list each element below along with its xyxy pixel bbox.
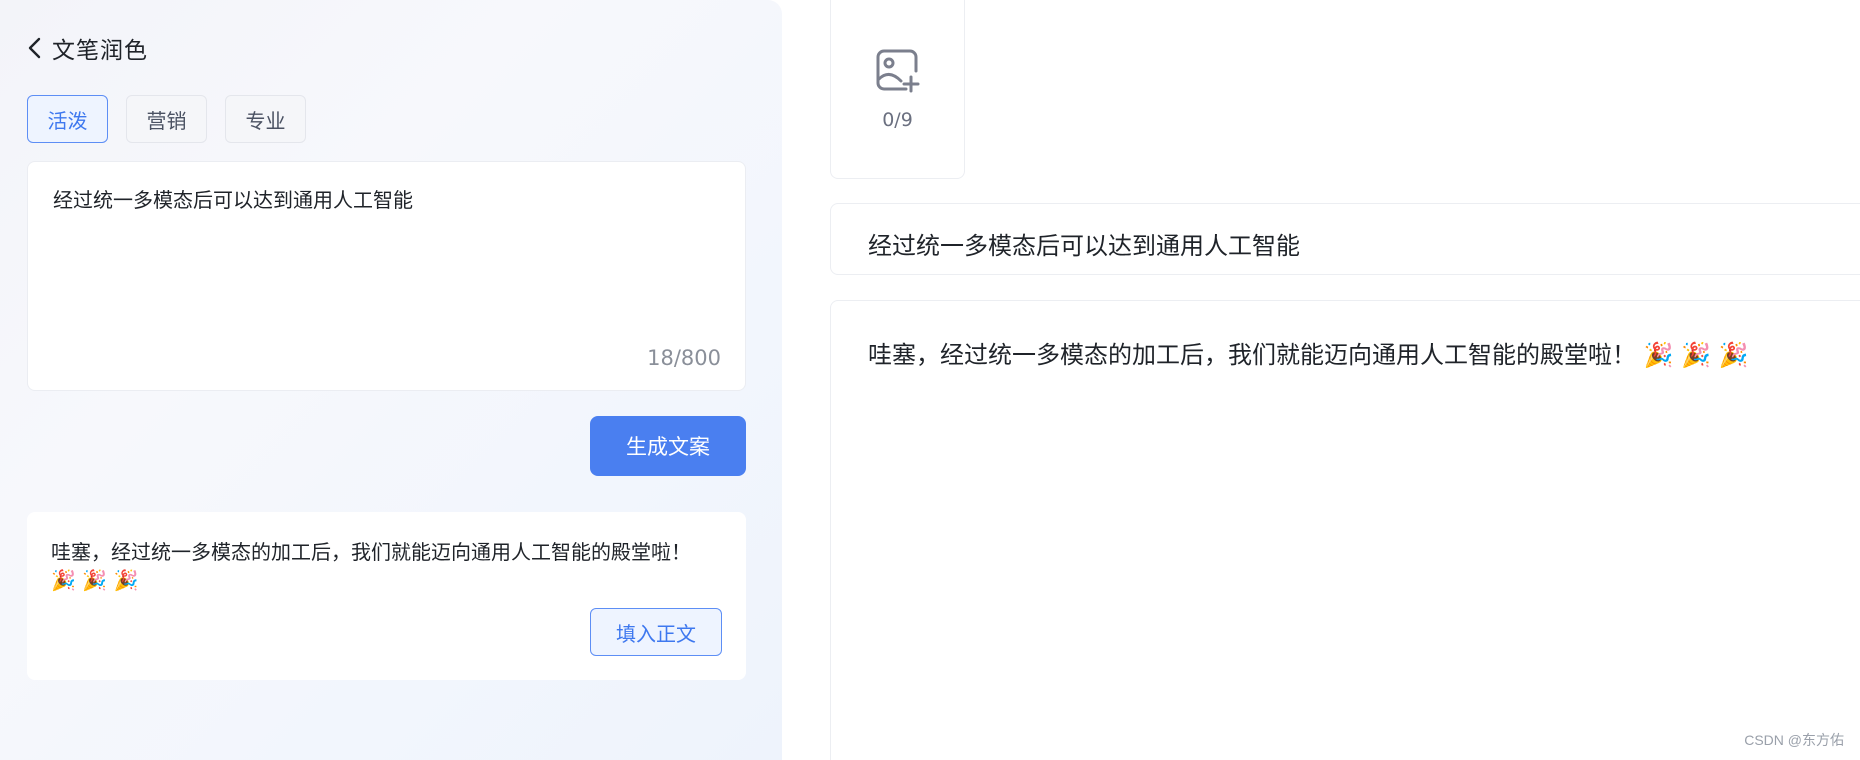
upload-count: 0/9 (882, 109, 913, 131)
app-root: 文笔润色 活泼 营销 专业 经过统一多模态后可以达到通用人工智能 18/800 … (0, 0, 1860, 760)
article-title-input[interactable]: 经过统一多模态后可以达到通用人工智能 (830, 203, 1860, 275)
source-text-input[interactable]: 经过统一多模态后可以达到通用人工智能 18/800 (27, 161, 746, 391)
source-text-value: 经过统一多模态后可以达到通用人工智能 (53, 188, 413, 212)
style-tabs: 活泼 营销 专业 (27, 95, 306, 143)
result-text: 哇塞，经过统一多模态的加工后，我们就能迈向通用人工智能的殿堂啦！ 🎉 🎉 🎉 (51, 540, 691, 592)
chevron-left-icon (28, 37, 41, 59)
tab-lively[interactable]: 活泼 (27, 95, 108, 143)
watermark: CSDN @东方佑 (1744, 732, 1844, 748)
article-body-editor[interactable]: 哇塞，经过统一多模态的加工后，我们就能迈向通用人工智能的殿堂啦！ 🎉 🎉 🎉 (830, 300, 1860, 760)
back-button[interactable]: 文笔润色 (26, 30, 148, 66)
fill-into-body-button[interactable]: 填入正文 (590, 608, 722, 656)
char-counter: 18/800 (647, 346, 721, 370)
image-upload[interactable]: 0/9 (830, 0, 965, 179)
page-title: 文笔润色 (52, 38, 148, 64)
article-body-value: 哇塞，经过统一多模态的加工后，我们就能迈向通用人工智能的殿堂啦！ 🎉 🎉 🎉 (868, 341, 1749, 369)
tab-professional[interactable]: 专业 (225, 95, 306, 143)
tab-marketing[interactable]: 营销 (126, 95, 207, 143)
polish-panel: 文笔润色 活泼 营销 专业 经过统一多模态后可以达到通用人工智能 18/800 … (0, 0, 782, 760)
add-image-icon (876, 49, 920, 93)
result-card: 哇塞，经过统一多模态的加工后，我们就能迈向通用人工智能的殿堂啦！ 🎉 🎉 🎉 填… (27, 512, 746, 680)
generate-copy-button[interactable]: 生成文案 (590, 416, 746, 476)
article-title-value: 经过统一多模态后可以达到通用人工智能 (868, 232, 1300, 260)
